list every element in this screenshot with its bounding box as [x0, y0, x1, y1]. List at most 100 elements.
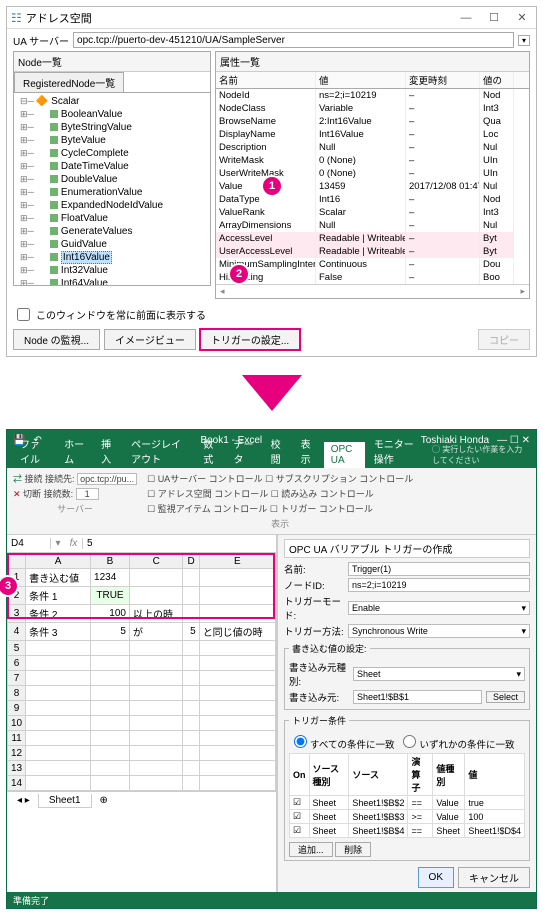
- src-cell-field[interactable]: Sheet1!$B$1: [353, 690, 482, 704]
- row-header[interactable]: 9: [8, 701, 26, 716]
- cell[interactable]: [129, 761, 183, 776]
- cell[interactable]: [199, 569, 275, 587]
- tell-me[interactable]: ◯ 実行したい作業を入力してください: [425, 442, 536, 468]
- tree-node[interactable]: DoubleValue: [20, 173, 208, 186]
- conn-target-field[interactable]: opc.tcp://pu...: [77, 473, 137, 485]
- attr-row[interactable]: DisplayNameInt16Value–Loc: [216, 128, 529, 141]
- cell[interactable]: [26, 641, 91, 656]
- ribbon-tab[interactable]: ファイル: [13, 434, 55, 468]
- tree-root[interactable]: 🔶 Scalar: [20, 95, 208, 108]
- dlg-node-field[interactable]: ns=2;i=10219: [348, 578, 530, 592]
- cell[interactable]: [129, 671, 183, 686]
- dlg-mode-select[interactable]: Enable▾: [348, 601, 530, 615]
- cell[interactable]: TRUE: [91, 587, 130, 605]
- ribbon-tab[interactable]: 数式: [196, 434, 224, 468]
- cell[interactable]: [129, 587, 183, 605]
- always-on-top-checkbox[interactable]: [17, 308, 30, 321]
- attr-row[interactable]: DataTypeInt16–Nod: [216, 193, 529, 206]
- cell[interactable]: [199, 776, 275, 791]
- ribbon-tab[interactable]: ホーム: [57, 434, 92, 468]
- row-header[interactable]: 5: [8, 641, 26, 656]
- cell[interactable]: [183, 569, 199, 587]
- select-cell-button[interactable]: Select: [486, 691, 525, 703]
- row-header[interactable]: 7: [8, 671, 26, 686]
- cell[interactable]: [91, 746, 130, 761]
- cell[interactable]: [26, 701, 91, 716]
- attr-row[interactable]: WriteMask0 (None)–UIn: [216, 154, 529, 167]
- src-type-select[interactable]: Sheet▾: [353, 667, 525, 681]
- cell[interactable]: [129, 701, 183, 716]
- chk-address-space[interactable]: アドレス空間 コントロール: [147, 489, 268, 499]
- cell[interactable]: [183, 716, 199, 731]
- fx-icon[interactable]: fx: [65, 538, 83, 549]
- tree-node[interactable]: ExpandedNodeIdValue: [20, 199, 208, 212]
- attr-header[interactable]: 名前: [216, 72, 316, 88]
- row-header[interactable]: 8: [8, 686, 26, 701]
- tree-node[interactable]: Int16Value: [20, 251, 208, 264]
- cell[interactable]: [129, 776, 183, 791]
- attr-row[interactable]: AccessLevelReadable | Writeable–Byt: [216, 232, 529, 245]
- attr-row[interactable]: UserWriteMask0 (None)–UIn: [216, 167, 529, 180]
- cell[interactable]: [26, 716, 91, 731]
- attr-row[interactable]: ValueRankScalar–Int3: [216, 206, 529, 219]
- cell[interactable]: [26, 731, 91, 746]
- cancel-button[interactable]: キャンセル: [458, 867, 530, 888]
- connect-button[interactable]: ⇄: [13, 474, 25, 484]
- ribbon-tab[interactable]: 表示: [294, 434, 322, 468]
- add-cond-button[interactable]: 追加...: [289, 842, 333, 857]
- cell[interactable]: [129, 656, 183, 671]
- cell[interactable]: [183, 701, 199, 716]
- cell[interactable]: [183, 776, 199, 791]
- cell[interactable]: [199, 656, 275, 671]
- ribbon-tab[interactable]: OPC UA: [324, 442, 365, 468]
- attr-row[interactable]: UserAccessLevelReadable | Writeable–Byt: [216, 245, 529, 258]
- tree-node[interactable]: Int64Value: [20, 277, 208, 285]
- cond-row[interactable]: ☑SheetSheet1!$B$2==Valuetrue: [290, 796, 525, 810]
- chk-subscription[interactable]: サブスクリプション コントロール: [265, 474, 413, 484]
- name-dropdown-icon[interactable]: ▾: [51, 538, 65, 549]
- cond-header[interactable]: ソース: [349, 754, 408, 796]
- tree-node[interactable]: BooleanValue: [20, 108, 208, 121]
- cond-header[interactable]: 演算子: [408, 754, 433, 796]
- cell[interactable]: [91, 731, 130, 746]
- cell[interactable]: 以上の時: [129, 605, 183, 623]
- cell[interactable]: [91, 641, 130, 656]
- col-header[interactable]: B: [91, 554, 130, 569]
- col-header[interactable]: D: [183, 554, 199, 569]
- cell[interactable]: [91, 701, 130, 716]
- cell[interactable]: [199, 587, 275, 605]
- cell[interactable]: [199, 671, 275, 686]
- cell[interactable]: 条件 2: [26, 605, 91, 623]
- cell[interactable]: [199, 761, 275, 776]
- cell[interactable]: [91, 671, 130, 686]
- cell[interactable]: 条件 3: [26, 623, 91, 641]
- tree-node[interactable]: EnumerationValue: [20, 186, 208, 199]
- cell[interactable]: [183, 656, 199, 671]
- cell[interactable]: と同じ値の時: [199, 623, 275, 641]
- connect-label[interactable]: 接続: [25, 474, 43, 484]
- tree-node[interactable]: CycleComplete: [20, 147, 208, 160]
- cell[interactable]: [26, 656, 91, 671]
- tree-node[interactable]: Int32Value: [20, 264, 208, 277]
- cell[interactable]: [26, 686, 91, 701]
- cond-header[interactable]: 値: [465, 754, 525, 796]
- attr-row[interactable]: MinimumSamplingIntervalContinuous–Dou: [216, 258, 529, 271]
- dropdown-icon[interactable]: ▾: [518, 35, 530, 46]
- add-sheet-icon[interactable]: ⊕: [100, 795, 108, 806]
- cell[interactable]: [199, 746, 275, 761]
- col-header[interactable]: E: [199, 554, 275, 569]
- scroll-right-icon[interactable]: ▸: [520, 286, 525, 297]
- tree-node[interactable]: FloatValue: [20, 212, 208, 225]
- dlg-name-field[interactable]: Trigger(1): [348, 562, 530, 576]
- row-header[interactable]: 14: [8, 776, 26, 791]
- cell[interactable]: [183, 686, 199, 701]
- tree-node[interactable]: ByteValue: [20, 134, 208, 147]
- cell[interactable]: 条件 1: [26, 587, 91, 605]
- attr-row[interactable]: ArrayDimensionsNull–Nul: [216, 219, 529, 232]
- cond-header[interactable]: ソース種別: [309, 754, 349, 796]
- cell[interactable]: [183, 671, 199, 686]
- cell[interactable]: [129, 641, 183, 656]
- attr-header[interactable]: 変更時刻: [406, 72, 480, 88]
- attr-header[interactable]: 値の: [480, 72, 514, 88]
- chk-read[interactable]: 読み込み コントロール: [271, 489, 374, 499]
